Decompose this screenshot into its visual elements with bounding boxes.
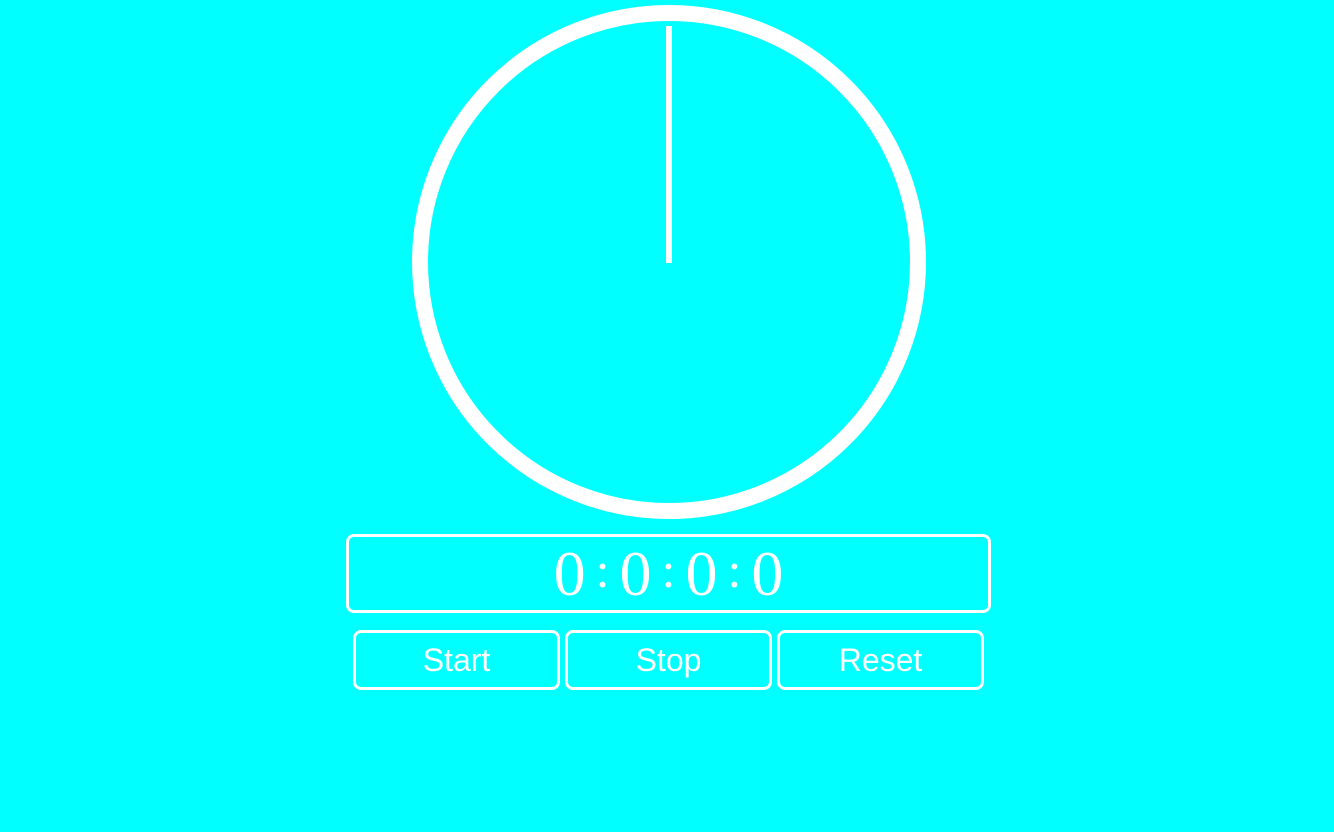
analog-clock-face [412,5,926,519]
stop-button[interactable]: Stop [565,630,772,690]
time-minutes: 0 [619,537,652,609]
time-seconds: 0 [685,537,718,609]
time-separator: : [595,541,610,598]
time-separator: : [727,541,742,598]
start-button[interactable]: Start [353,630,560,690]
time-centiseconds: 0 [751,537,784,609]
reset-button[interactable]: Reset [777,630,984,690]
time-separator: : [661,541,676,598]
time-display: 0:0:0:0 [346,534,991,613]
time-hours: 0 [553,537,586,609]
